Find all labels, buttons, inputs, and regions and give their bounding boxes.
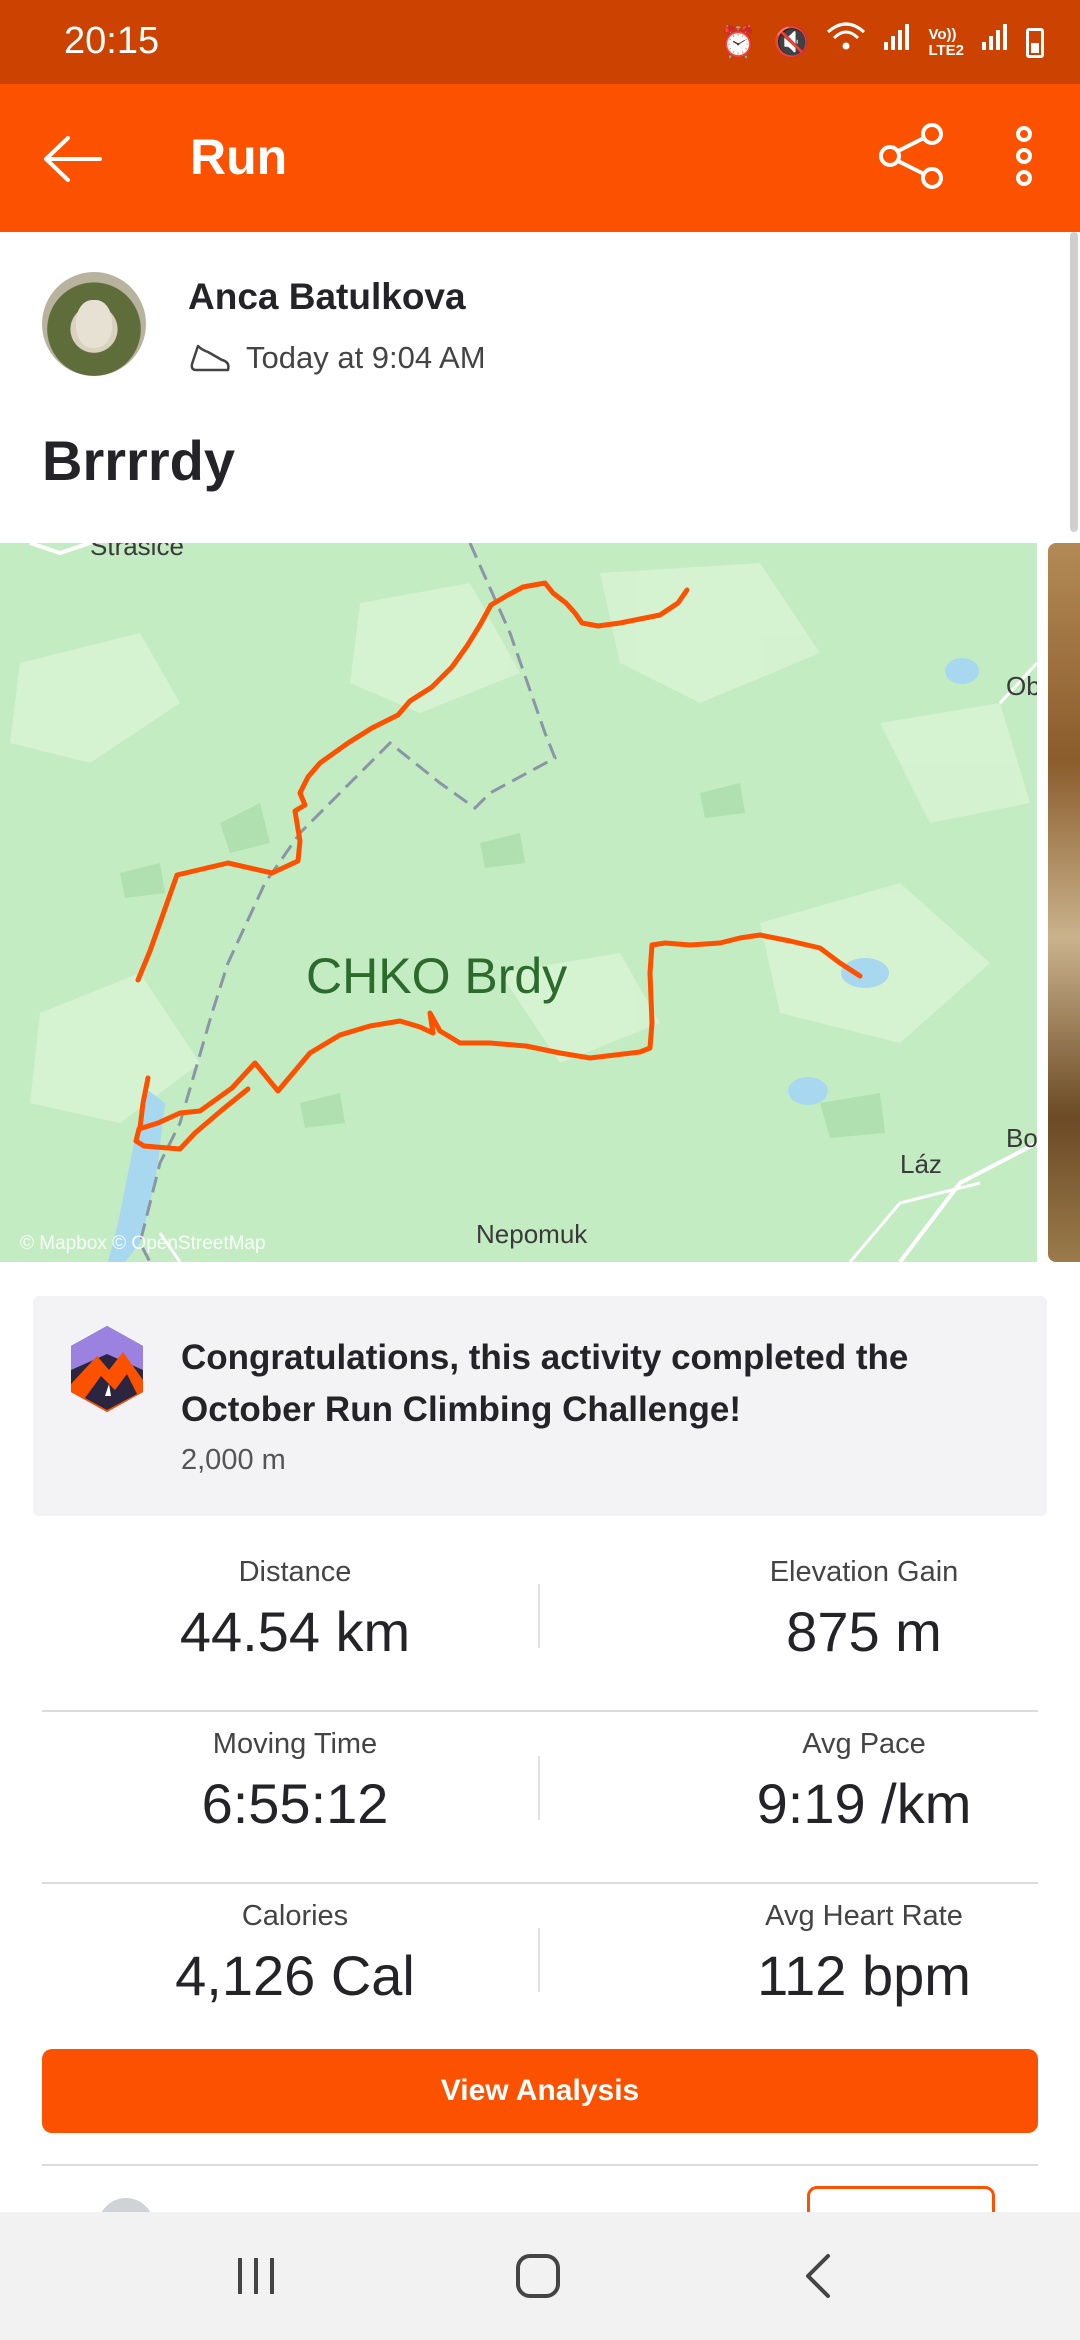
stat-label: Calories: [241, 1900, 349, 1932]
stat-avg-heart-rate: Avg Heart Rate 112 bpm: [654, 1884, 1074, 2008]
stats-grid: Distance 44.54 km Elevation Gain 875 m M…: [42, 1540, 1038, 2054]
divider: [42, 2164, 1038, 2166]
map-label-right-top: Ob: [1006, 671, 1037, 701]
stat-label: Moving Time: [212, 1728, 378, 1760]
stat-label: Avg Pace: [802, 1728, 926, 1760]
map-label-right-bottom: Bo: [1006, 1123, 1037, 1153]
view-analysis-button[interactable]: View Analysis: [42, 2049, 1038, 2133]
signal-icon: [980, 22, 1010, 63]
stat-label: Avg Heart Rate: [765, 1900, 963, 1932]
page-title: Run: [190, 129, 288, 185]
stat-value: 112 bpm: [757, 1944, 971, 2007]
stat-value: 4,126 Cal: [175, 1944, 415, 2007]
stat-value: 9:19 /km: [756, 1772, 972, 1835]
stat-distance: Distance 44.54 km: [85, 1540, 505, 1664]
back-arrow-icon[interactable]: [38, 124, 108, 194]
stat-value: 6:55:12: [201, 1772, 389, 1835]
map-label-park: CHKO Brdy: [306, 948, 568, 1004]
scrollbar[interactable]: [1070, 232, 1078, 532]
battery-icon: [1026, 27, 1044, 58]
challenge-text: Congratulations, this activity completed…: [181, 1338, 909, 1429]
system-nav-bar: [0, 2212, 1080, 2340]
signal-icon: [882, 22, 912, 63]
stat-row: Calories 4,126 Cal Avg Heart Rate 112 bp…: [42, 1884, 1038, 2054]
stat-calories: Calories 4,126 Cal: [85, 1884, 505, 2008]
more-vertical-icon[interactable]: [1000, 120, 1048, 192]
challenge-goal: 2,000 m: [181, 1444, 286, 1476]
challenge-card[interactable]: Congratulations, this activity completed…: [33, 1296, 1047, 1516]
shoe-icon: [190, 344, 230, 372]
status-bar: 20:15 ⏰ 🔇 Vo)) LTE2: [0, 0, 1080, 84]
activity-time-text: Today at 9:04 AM: [246, 340, 486, 375]
map-attribution: © Mapbox © OpenStreetMap: [20, 1233, 266, 1254]
share-icon[interactable]: [876, 120, 948, 192]
wifi-icon: [826, 20, 866, 65]
map-label-bottom: Nepomuk: [476, 1219, 588, 1249]
recent-apps-icon[interactable]: [226, 2248, 286, 2304]
status-time: 20:15: [64, 20, 160, 62]
divider: [538, 1928, 540, 1992]
stat-elevation-gain: Elevation Gain 875 m: [654, 1540, 1074, 1664]
athlete-name[interactable]: Anca Batulkova: [188, 276, 466, 318]
activity-title: Brrrrdy: [42, 429, 235, 492]
stat-label: Distance: [238, 1556, 352, 1588]
mute-icon: 🔇: [773, 25, 811, 59]
status-icons: ⏰ 🔇 Vo)) LTE2: [720, 20, 1044, 65]
stat-label: Elevation Gain: [769, 1556, 959, 1588]
stat-row: Moving Time 6:55:12 Avg Pace 9:19 /km: [42, 1712, 1038, 1884]
stat-row: Distance 44.54 km Elevation Gain 875 m: [42, 1540, 1038, 1712]
avatar[interactable]: [42, 272, 146, 376]
activity-time: Today at 9:04 AM: [188, 340, 486, 376]
challenge-badge-icon: [71, 1326, 143, 1412]
photo-preview[interactable]: [1048, 543, 1080, 1262]
map-label-laz: Láz: [900, 1149, 942, 1179]
home-icon[interactable]: [508, 2248, 568, 2304]
stat-value: 875 m: [786, 1600, 942, 1663]
stat-avg-pace: Avg Pace 9:19 /km: [654, 1712, 1074, 1836]
alarm-icon: ⏰: [719, 25, 758, 59]
stat-value: 44.54 km: [179, 1600, 411, 1663]
divider: [538, 1584, 540, 1648]
stat-moving-time: Moving Time 6:55:12: [85, 1712, 505, 1836]
app-bar: Run: [0, 84, 1080, 232]
divider: [538, 1756, 540, 1820]
route-map[interactable]: Strasice Ob CHKO Brdy Láz Bo Nepomuk © M…: [0, 543, 1037, 1262]
map-label-top: Strasice: [90, 543, 184, 561]
back-icon[interactable]: [790, 2248, 850, 2304]
volte-label: Vo)) LTE2: [928, 25, 964, 59]
